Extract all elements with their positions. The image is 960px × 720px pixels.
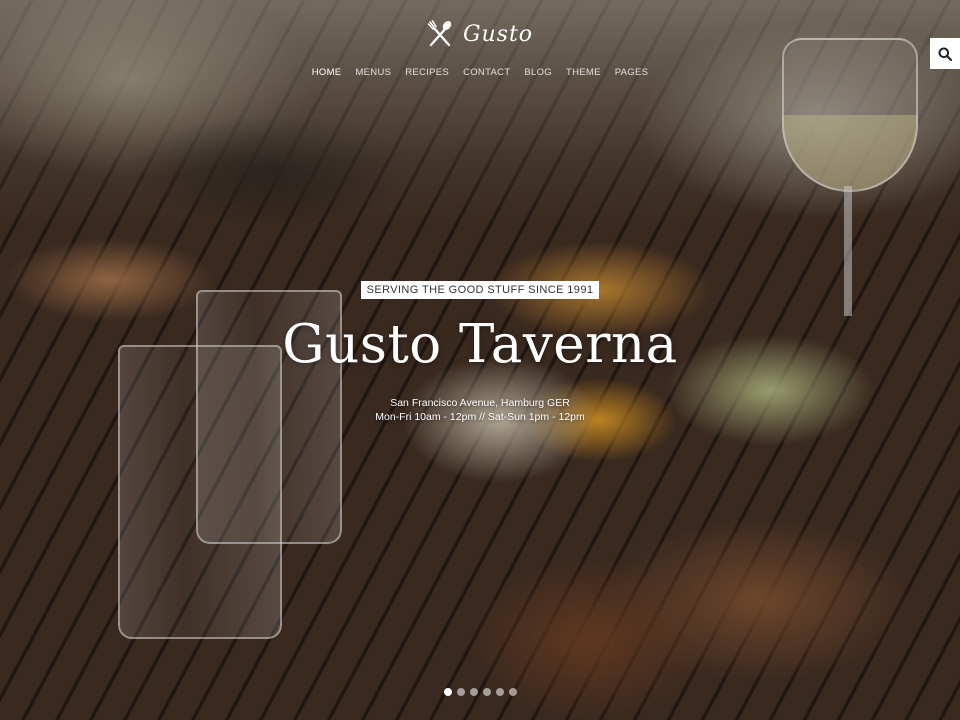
search-button[interactable]	[930, 38, 960, 69]
slider-dot[interactable]	[443, 688, 452, 696]
slider-dots	[0, 688, 960, 696]
slider-dot[interactable]	[456, 688, 465, 696]
nav-item-menus[interactable]: MENUS	[355, 67, 391, 78]
hero-address: San Francisco Avenue, Hamburg GER	[390, 397, 570, 409]
tagline-text: SERVING THE GOOD STUFF SINCE 1991	[360, 281, 600, 299]
hero-hours: Mon-Fri 10am - 12pm // Sat-Sun 1pm - 12p…	[375, 411, 585, 423]
nav-item-contact[interactable]: CONTACT	[463, 67, 510, 78]
main-nav: HOME MENUS RECIPES CONTACT BLOG THEME PA…	[0, 67, 960, 78]
nav-item-theme[interactable]: THEME	[566, 67, 601, 78]
search-icon	[938, 47, 952, 61]
hero-section: Gusto HOME MENUS RECIPES CONTACT BLOG TH…	[0, 0, 960, 720]
slider-dot[interactable]	[495, 688, 504, 696]
nav-item-blog[interactable]: BLOG	[524, 67, 552, 78]
nav-item-recipes[interactable]: RECIPES	[405, 67, 449, 78]
slider-dot[interactable]	[482, 688, 491, 696]
nav-item-home[interactable]: HOME	[312, 67, 342, 78]
logo-text: Gusto	[462, 21, 534, 47]
hero-title: Gusto Taverna	[282, 314, 678, 375]
fork-knife-icon	[427, 20, 452, 47]
site-logo[interactable]: Gusto	[0, 20, 960, 48]
slider-dot[interactable]	[508, 688, 517, 696]
nav-item-pages[interactable]: PAGES	[615, 67, 649, 78]
hero-tagline: SERVING THE GOOD STUFF SINCE 1991	[0, 281, 960, 299]
slider-dot[interactable]	[469, 688, 478, 696]
